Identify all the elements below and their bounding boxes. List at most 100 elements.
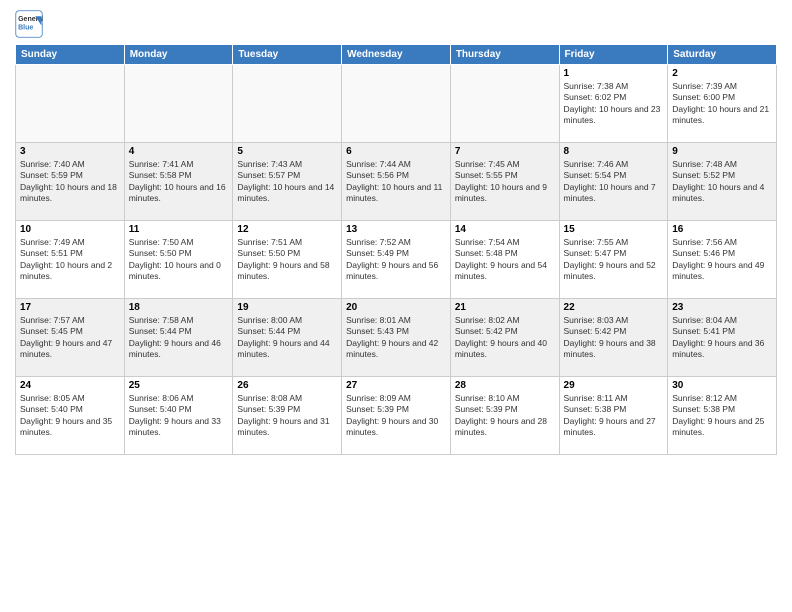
day-info: Sunrise: 8:02 AMSunset: 5:42 PMDaylight:… — [455, 315, 555, 361]
day-number: 5 — [237, 146, 337, 157]
calendar-cell — [16, 65, 125, 143]
day-number: 7 — [455, 146, 555, 157]
calendar-cell: 19 Sunrise: 8:00 AMSunset: 5:44 PMDayligh… — [233, 299, 342, 377]
day-number: 10 — [20, 224, 120, 235]
calendar-cell: 21 Sunrise: 8:02 AMSunset: 5:42 PMDayligh… — [450, 299, 559, 377]
day-number: 11 — [129, 224, 229, 235]
day-info: Sunrise: 7:56 AMSunset: 5:46 PMDaylight:… — [672, 237, 772, 283]
weekday-header-monday: Monday — [124, 45, 233, 65]
day-info: Sunrise: 7:55 AMSunset: 5:47 PMDaylight:… — [564, 237, 664, 283]
calendar-cell: 14 Sunrise: 7:54 AMSunset: 5:48 PMDayligh… — [450, 221, 559, 299]
day-info: Sunrise: 7:54 AMSunset: 5:48 PMDaylight:… — [455, 237, 555, 283]
calendar-cell: 10 Sunrise: 7:49 AMSunset: 5:51 PMDayligh… — [16, 221, 125, 299]
day-number: 18 — [129, 302, 229, 313]
weekday-header-wednesday: Wednesday — [342, 45, 451, 65]
day-number: 14 — [455, 224, 555, 235]
calendar-cell: 9 Sunrise: 7:48 AMSunset: 5:52 PMDaylight… — [668, 143, 777, 221]
calendar-cell: 6Sunrise: 7:44 AMSunset: 5:56 PMDaylight… — [342, 143, 451, 221]
day-info: Sunrise: 8:11 AMSunset: 5:38 PMDaylight:… — [564, 393, 664, 439]
day-info: Sunrise: 7:39 AMSunset: 6:00 PMDaylight:… — [672, 81, 772, 127]
header: General Blue — [15, 10, 777, 38]
day-info: Sunrise: 7:48 AMSunset: 5:52 PMDaylight:… — [672, 159, 772, 205]
day-number: 30 — [672, 380, 772, 391]
page: General Blue SundayMondayTuesdayWednesda… — [0, 0, 792, 612]
week-row-5: 24 Sunrise: 8:05 AMSunset: 5:40 PMDayligh… — [16, 377, 777, 455]
day-number: 27 — [346, 380, 446, 391]
weekday-header-thursday: Thursday — [450, 45, 559, 65]
calendar-cell — [233, 65, 342, 143]
day-number: 20 — [346, 302, 446, 313]
day-number: 25 — [129, 380, 229, 391]
day-info: Sunrise: 8:08 AMSunset: 5:39 PMDaylight:… — [237, 393, 337, 439]
day-number: 21 — [455, 302, 555, 313]
day-info: Sunrise: 7:49 AMSunset: 5:51 PMDaylight:… — [20, 237, 120, 283]
calendar-cell: 25 Sunrise: 8:06 AMSunset: 5:40 PMDayligh… — [124, 377, 233, 455]
week-row-4: 17 Sunrise: 7:57 AMSunset: 5:45 PMDayligh… — [16, 299, 777, 377]
day-number: 24 — [20, 380, 120, 391]
day-info: Sunrise: 8:06 AMSunset: 5:40 PMDaylight:… — [129, 393, 229, 439]
day-number: 23 — [672, 302, 772, 313]
calendar-cell — [450, 65, 559, 143]
weekday-header-tuesday: Tuesday — [233, 45, 342, 65]
calendar-table: SundayMondayTuesdayWednesdayThursdayFrid… — [15, 44, 777, 455]
day-info: Sunrise: 8:03 AMSunset: 5:42 PMDaylight:… — [564, 315, 664, 361]
calendar-cell: 7 Sunrise: 7:45 AMSunset: 5:55 PMDaylight… — [450, 143, 559, 221]
day-number: 16 — [672, 224, 772, 235]
day-info: Sunrise: 7:40 AMSunset: 5:59 PMDaylight:… — [20, 159, 120, 205]
day-number: 8 — [564, 146, 664, 157]
day-info: Sunrise: 8:04 AMSunset: 5:41 PMDaylight:… — [672, 315, 772, 361]
calendar-cell: 18 Sunrise: 7:58 AMSunset: 5:44 PMDayligh… — [124, 299, 233, 377]
day-number: 9 — [672, 146, 772, 157]
calendar-cell — [342, 65, 451, 143]
day-number: 13 — [346, 224, 446, 235]
day-number: 19 — [237, 302, 337, 313]
day-info: Sunrise: 7:41 AMSunset: 5:58 PMDaylight:… — [129, 159, 229, 205]
calendar-cell: 5 Sunrise: 7:43 AMSunset: 5:57 PMDaylight… — [233, 143, 342, 221]
day-number: 4 — [129, 146, 229, 157]
day-info: Sunrise: 7:43 AMSunset: 5:57 PMDaylight:… — [237, 159, 337, 205]
day-number: 26 — [237, 380, 337, 391]
calendar-cell — [124, 65, 233, 143]
calendar-cell: 17 Sunrise: 7:57 AMSunset: 5:45 PMDayligh… — [16, 299, 125, 377]
calendar-cell: 16 Sunrise: 7:56 AMSunset: 5:46 PMDayligh… — [668, 221, 777, 299]
weekday-header-friday: Friday — [559, 45, 668, 65]
day-number: 22 — [564, 302, 664, 313]
day-info: Sunrise: 8:12 AMSunset: 5:38 PMDaylight:… — [672, 393, 772, 439]
day-number: 17 — [20, 302, 120, 313]
calendar-cell: 26 Sunrise: 8:08 AMSunset: 5:39 PMDayligh… — [233, 377, 342, 455]
calendar-cell: 30 Sunrise: 8:12 AMSunset: 5:38 PMDayligh… — [668, 377, 777, 455]
weekday-header-sunday: Sunday — [16, 45, 125, 65]
day-info: Sunrise: 7:50 AMSunset: 5:50 PMDaylight:… — [129, 237, 229, 283]
calendar-cell: 28 Sunrise: 8:10 AMSunset: 5:39 PMDayligh… — [450, 377, 559, 455]
calendar-cell: 24 Sunrise: 8:05 AMSunset: 5:40 PMDayligh… — [16, 377, 125, 455]
day-info: Sunrise: 8:05 AMSunset: 5:40 PMDaylight:… — [20, 393, 120, 439]
calendar-cell: 3 Sunrise: 7:40 AMSunset: 5:59 PMDaylight… — [16, 143, 125, 221]
week-row-2: 3 Sunrise: 7:40 AMSunset: 5:59 PMDaylight… — [16, 143, 777, 221]
day-info: Sunrise: 8:10 AMSunset: 5:39 PMDaylight:… — [455, 393, 555, 439]
weekday-header-saturday: Saturday — [668, 45, 777, 65]
day-info: Sunrise: 7:45 AMSunset: 5:55 PMDaylight:… — [455, 159, 555, 205]
day-info: Sunrise: 7:57 AMSunset: 5:45 PMDaylight:… — [20, 315, 120, 361]
calendar-cell: 8Sunrise: 7:46 AMSunset: 5:54 PMDaylight… — [559, 143, 668, 221]
calendar-cell: 1Sunrise: 7:38 AMSunset: 6:02 PMDaylight… — [559, 65, 668, 143]
logo-icon: General Blue — [15, 10, 43, 38]
day-number: 29 — [564, 380, 664, 391]
calendar-cell: 20 Sunrise: 8:01 AMSunset: 5:43 PMDayligh… — [342, 299, 451, 377]
calendar-cell: 29 Sunrise: 8:11 AMSunset: 5:38 PMDayligh… — [559, 377, 668, 455]
logo: General Blue — [15, 10, 47, 38]
day-info: Sunrise: 8:00 AMSunset: 5:44 PMDaylight:… — [237, 315, 337, 361]
day-info: Sunrise: 7:52 AMSunset: 5:49 PMDaylight:… — [346, 237, 446, 283]
day-number: 12 — [237, 224, 337, 235]
day-number: 28 — [455, 380, 555, 391]
day-number: 6 — [346, 146, 446, 157]
day-number: 1 — [564, 68, 664, 79]
day-number: 15 — [564, 224, 664, 235]
calendar-cell: 4 Sunrise: 7:41 AMSunset: 5:58 PMDaylight… — [124, 143, 233, 221]
calendar-cell: 11 Sunrise: 7:50 AMSunset: 5:50 PMDayligh… — [124, 221, 233, 299]
day-info: Sunrise: 7:51 AMSunset: 5:50 PMDaylight:… — [237, 237, 337, 283]
day-info: Sunrise: 7:58 AMSunset: 5:44 PMDaylight:… — [129, 315, 229, 361]
weekday-header-row: SundayMondayTuesdayWednesdayThursdayFrid… — [16, 45, 777, 65]
day-info: Sunrise: 8:01 AMSunset: 5:43 PMDaylight:… — [346, 315, 446, 361]
calendar-cell: 23 Sunrise: 8:04 AMSunset: 5:41 PMDayligh… — [668, 299, 777, 377]
day-number: 3 — [20, 146, 120, 157]
